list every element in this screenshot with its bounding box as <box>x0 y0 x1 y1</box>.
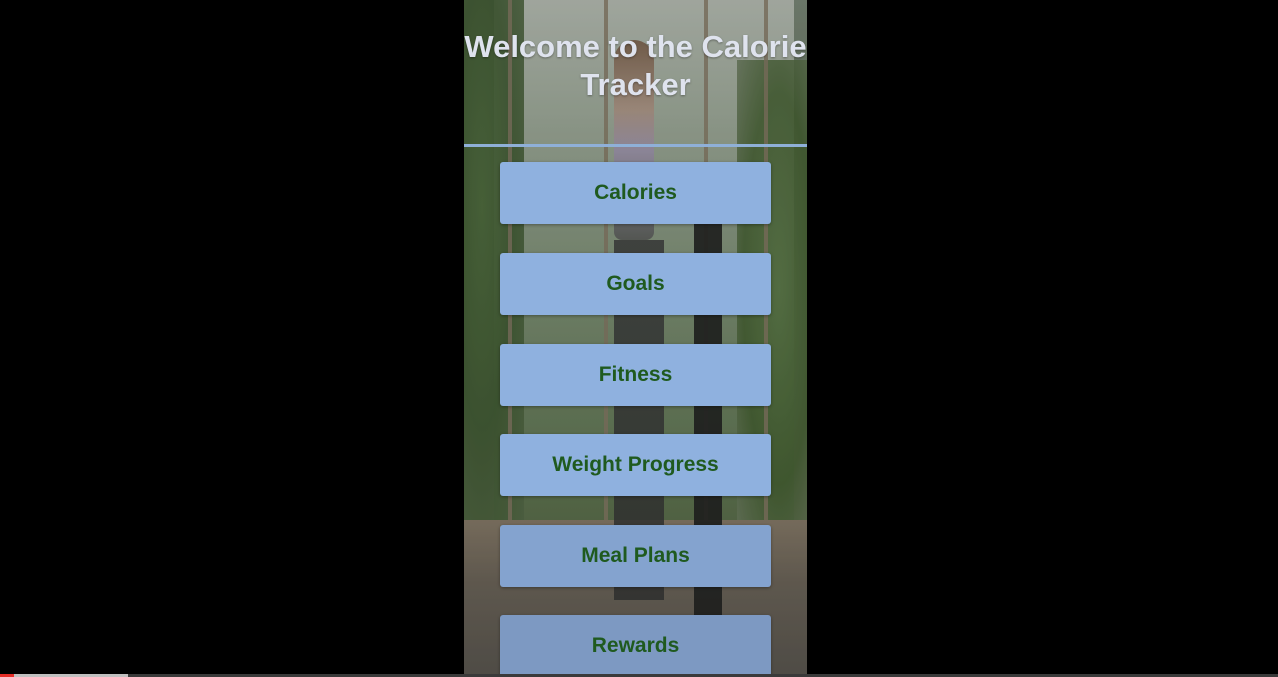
header-divider <box>464 144 807 147</box>
page-title: Welcome to the Calorie Tracker <box>464 29 807 102</box>
app-screen: Welcome to the Calorie Tracker Calories … <box>464 0 807 677</box>
calories-button[interactable]: Calories <box>500 162 771 224</box>
fitness-button[interactable]: Fitness <box>500 344 771 406</box>
goals-button[interactable]: Goals <box>500 253 771 315</box>
meal-plans-button[interactable]: Meal Plans <box>500 525 771 587</box>
video-player-frame: Welcome to the Calorie Tracker Calories … <box>0 0 1278 677</box>
weight-progress-button[interactable]: Weight Progress <box>500 434 771 496</box>
rewards-button[interactable]: Rewards <box>500 615 771 677</box>
